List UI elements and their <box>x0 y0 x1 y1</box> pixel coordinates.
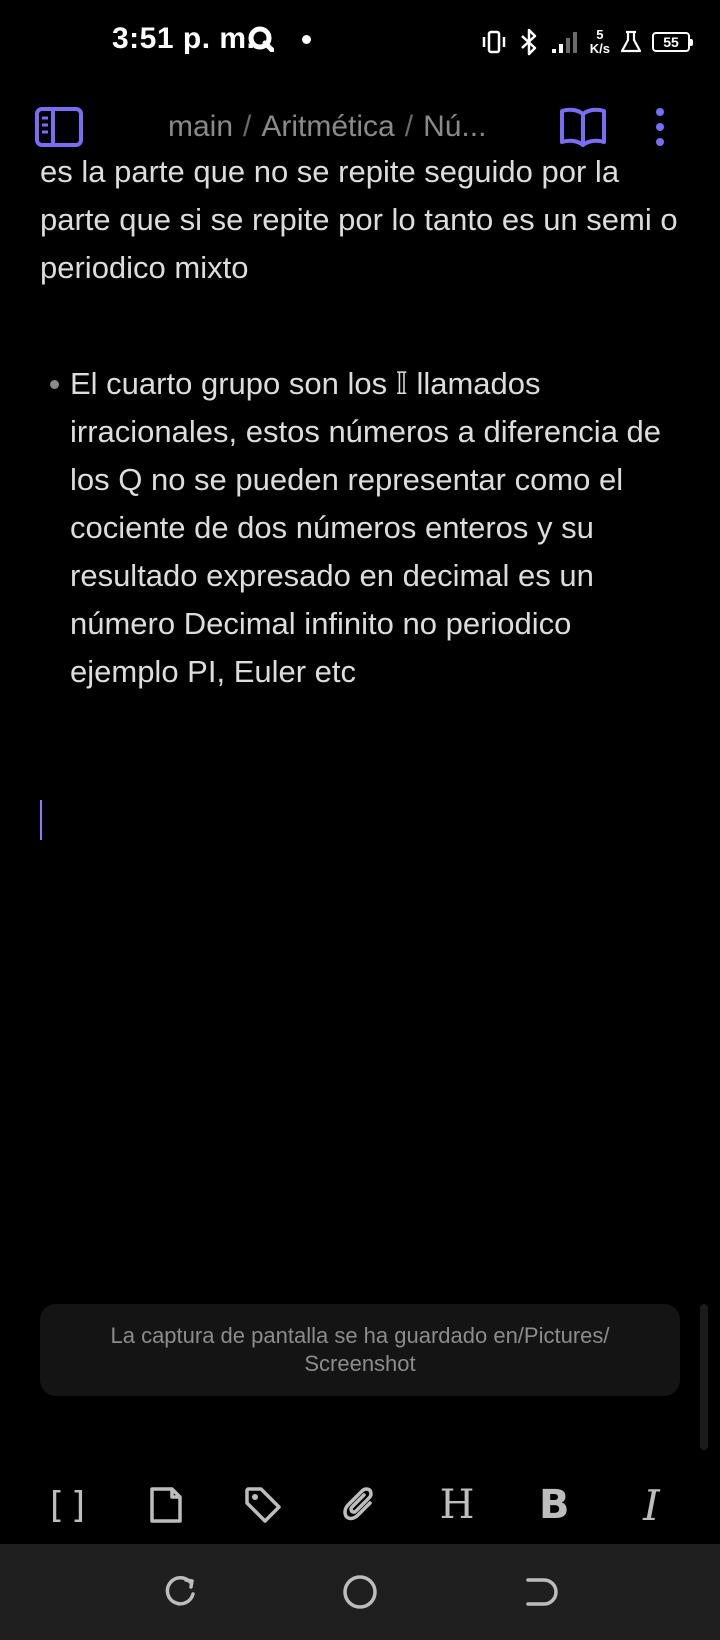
heading-button[interactable]: H <box>429 1477 485 1533</box>
network-speed: 5 K/s <box>590 28 610 56</box>
tag-icon <box>245 1487 281 1523</box>
paperclip-icon <box>343 1487 373 1521</box>
editor-content[interactable]: es la parte que no se repite seguido por… <box>0 160 720 1280</box>
home-icon[interactable] <box>340 1572 380 1612</box>
vibrate-icon <box>482 30 506 54</box>
breadcrumb-separator: / <box>404 110 414 143</box>
book-open-icon[interactable] <box>558 104 608 150</box>
net-speed-unit: K/s <box>589 41 610 56</box>
editor-toolbar: [] H B I <box>0 1470 720 1540</box>
status-time: 3:51 p. m. <box>112 22 256 55</box>
heading-icon: H <box>439 1482 475 1528</box>
net-speed-value: 5 <box>596 27 604 42</box>
new-file-button[interactable] <box>138 1477 194 1533</box>
status-bar: 3:51 p. m. 5 K/s 55 <box>0 0 720 84</box>
file-icon <box>149 1487 182 1523</box>
bluetooth-icon <box>520 28 537 56</box>
q-app-icon <box>248 26 274 52</box>
text-cursor <box>40 800 42 840</box>
back-icon[interactable] <box>520 1572 560 1612</box>
status-icons: 5 K/s 55 <box>480 22 693 62</box>
breadcrumb-item-current[interactable]: Nú... <box>423 110 486 143</box>
list-item-text: El cuarto grupo son los 𝕀 llamados irrac… <box>70 366 662 689</box>
signal-icon <box>551 32 577 53</box>
more-vertical-icon[interactable] <box>646 106 674 148</box>
bullet-icon <box>50 380 59 389</box>
tag-button[interactable] <box>235 1477 291 1533</box>
list-item: El cuarto grupo son los 𝕀 llamados irrac… <box>40 360 680 696</box>
attachment-button[interactable] <box>332 1477 388 1533</box>
breadcrumb[interactable]: main / Aritmética / Nú... <box>168 110 508 144</box>
bold-icon: B <box>539 1482 570 1528</box>
app-header: main / Aritmética / Nú... <box>0 96 720 160</box>
toast-notification: La captura de pantalla se ha guardado en… <box>40 1304 680 1396</box>
internal-link-button[interactable]: [] <box>41 1477 97 1533</box>
bold-button[interactable]: B <box>526 1477 582 1533</box>
notification-dot-icon <box>302 35 311 44</box>
italic-icon: I <box>643 1480 660 1530</box>
sidebar-icon[interactable] <box>34 106 84 148</box>
scrollbar[interactable] <box>700 1304 708 1450</box>
battery-indicator: 55 <box>652 32 693 52</box>
breadcrumb-item-main[interactable]: main <box>168 110 233 143</box>
recents-icon[interactable] <box>160 1572 200 1612</box>
paragraph-text: es la parte que no se repite seguido por… <box>40 160 678 285</box>
italic-button[interactable]: I <box>623 1477 679 1533</box>
flask-icon <box>620 30 642 53</box>
brackets-icon: [] <box>44 1484 93 1526</box>
breadcrumb-separator: / <box>243 110 252 143</box>
breadcrumb-item-aritmetica[interactable]: Aritmética <box>261 110 394 143</box>
system-navigation-bar <box>0 1544 720 1640</box>
